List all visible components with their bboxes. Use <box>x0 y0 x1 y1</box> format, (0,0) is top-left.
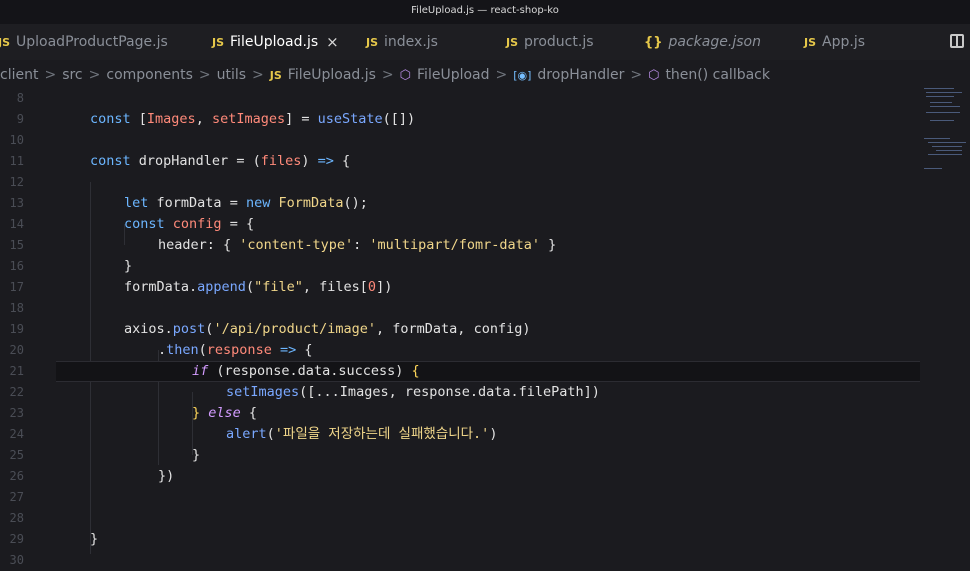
breadcrumb-item[interactable]: FileUpload <box>417 67 489 83</box>
line-number: 25 <box>9 448 24 462</box>
chevron-right-icon: > <box>381 67 394 83</box>
title-bar: FileUpload.js — react-shop-ko <box>0 0 970 24</box>
code-editor[interactable]: 8 9 10 11 12 13 14 15 16 17 18 19 20 21 … <box>0 88 970 571</box>
code-line: formData.append("file", files[0]) <box>124 279 393 295</box>
line-number: 10 <box>9 133 24 147</box>
code-line: const [Images, setImages] = useState([]) <box>90 111 416 127</box>
tab-product[interactable]: JS product.js <box>506 24 594 60</box>
tab-index[interactable]: JS index.js <box>366 24 438 60</box>
chevron-right-icon: > <box>44 67 57 83</box>
breadcrumb-item[interactable]: FileUpload.js <box>288 67 376 83</box>
json-file-icon: {} <box>644 34 663 50</box>
js-file-icon: JS <box>0 35 11 49</box>
breadcrumb-item[interactable]: src <box>62 67 82 83</box>
line-number: 18 <box>9 301 24 315</box>
tab-label: FileUpload.js <box>230 34 319 50</box>
tab-package-json[interactable]: {} package.json <box>644 24 761 60</box>
line-number: 15 <box>9 238 24 252</box>
code-line: const config = { <box>124 216 255 232</box>
minimap[interactable] <box>922 86 968 176</box>
js-file-icon: JS <box>269 68 282 82</box>
code-line: .then(response => { <box>158 342 313 358</box>
line-number: 28 <box>9 511 24 525</box>
line-number: 22 <box>9 385 24 399</box>
code-line: } else { <box>192 405 258 421</box>
chevron-right-icon: > <box>198 67 211 83</box>
breadcrumb: client > src > components > utils > JS F… <box>0 62 970 88</box>
line-number: 17 <box>9 280 24 294</box>
code-line: } <box>192 447 201 463</box>
split-editor-icon[interactable] <box>950 34 964 48</box>
method-icon: ⬡ <box>648 67 660 83</box>
tab-label: index.js <box>384 34 438 50</box>
line-number: 14 <box>9 217 24 231</box>
code-line: } <box>90 531 99 547</box>
tab-label: product.js <box>524 34 594 50</box>
close-icon[interactable]: × <box>326 33 339 51</box>
chevron-right-icon: > <box>252 67 264 83</box>
line-number: 16 <box>9 259 24 273</box>
variable-icon: [◉] <box>513 68 532 82</box>
breadcrumb-item[interactable]: dropHandler <box>537 67 624 83</box>
line-number: 13 <box>9 196 24 210</box>
tab-label: package.json <box>668 34 761 50</box>
line-number: 12 <box>9 175 24 189</box>
js-file-icon: JS <box>212 35 225 49</box>
line-number: 24 <box>9 427 24 441</box>
code-line: const dropHandler = (files) => { <box>90 153 351 169</box>
code-line: setImages([...Images, response.data.file… <box>226 384 600 400</box>
chevron-right-icon: > <box>88 67 101 83</box>
tab-label: App.js <box>822 34 865 50</box>
chevron-right-icon: > <box>495 67 508 83</box>
code-line: let formData = new FormData(); <box>124 195 368 211</box>
line-number: 20 <box>9 343 24 357</box>
code-line: }) <box>158 468 175 484</box>
tab-bar: JS UploadProductPage.js JS FileUpload.js… <box>0 24 970 60</box>
line-number: 21 <box>9 364 24 378</box>
breadcrumb-item[interactable]: components <box>106 67 193 83</box>
line-number: 8 <box>16 91 24 105</box>
js-file-icon: JS <box>804 35 817 49</box>
line-number: 23 <box>9 406 24 420</box>
tab-label: UploadProductPage.js <box>16 34 168 50</box>
breadcrumb-item[interactable]: utils <box>217 67 246 83</box>
window-title: FileUpload.js — react-shop-ko <box>411 5 559 16</box>
tab-file-upload[interactable]: JS FileUpload.js × <box>212 24 339 60</box>
line-number: 30 <box>9 553 24 567</box>
code-line: if (response.data.success) { <box>192 363 420 379</box>
line-number: 19 <box>9 322 24 336</box>
tab-app[interactable]: JS App.js <box>804 24 865 60</box>
tab-upload-product-page[interactable]: JS UploadProductPage.js <box>0 24 168 60</box>
line-number: 11 <box>9 154 24 168</box>
line-number: 9 <box>16 112 24 126</box>
js-file-icon: JS <box>366 35 379 49</box>
line-number: 27 <box>9 490 24 504</box>
line-number: 26 <box>9 469 24 483</box>
current-line-highlight <box>56 361 920 382</box>
code-line: axios.post('/api/product/image', formDat… <box>124 321 531 337</box>
component-icon: ⬡ <box>399 67 412 83</box>
code-line: header: { 'content-type': 'multipart/fom… <box>158 237 557 253</box>
code-line: } <box>124 258 133 274</box>
line-number: 29 <box>9 532 24 546</box>
js-file-icon: JS <box>506 35 519 49</box>
breadcrumb-item[interactable]: client <box>0 67 38 83</box>
breadcrumb-item[interactable]: then() callback <box>665 67 770 83</box>
code-line: alert('파일을 저장하는데 실패했습니다.') <box>226 426 498 442</box>
chevron-right-icon: > <box>630 67 643 83</box>
